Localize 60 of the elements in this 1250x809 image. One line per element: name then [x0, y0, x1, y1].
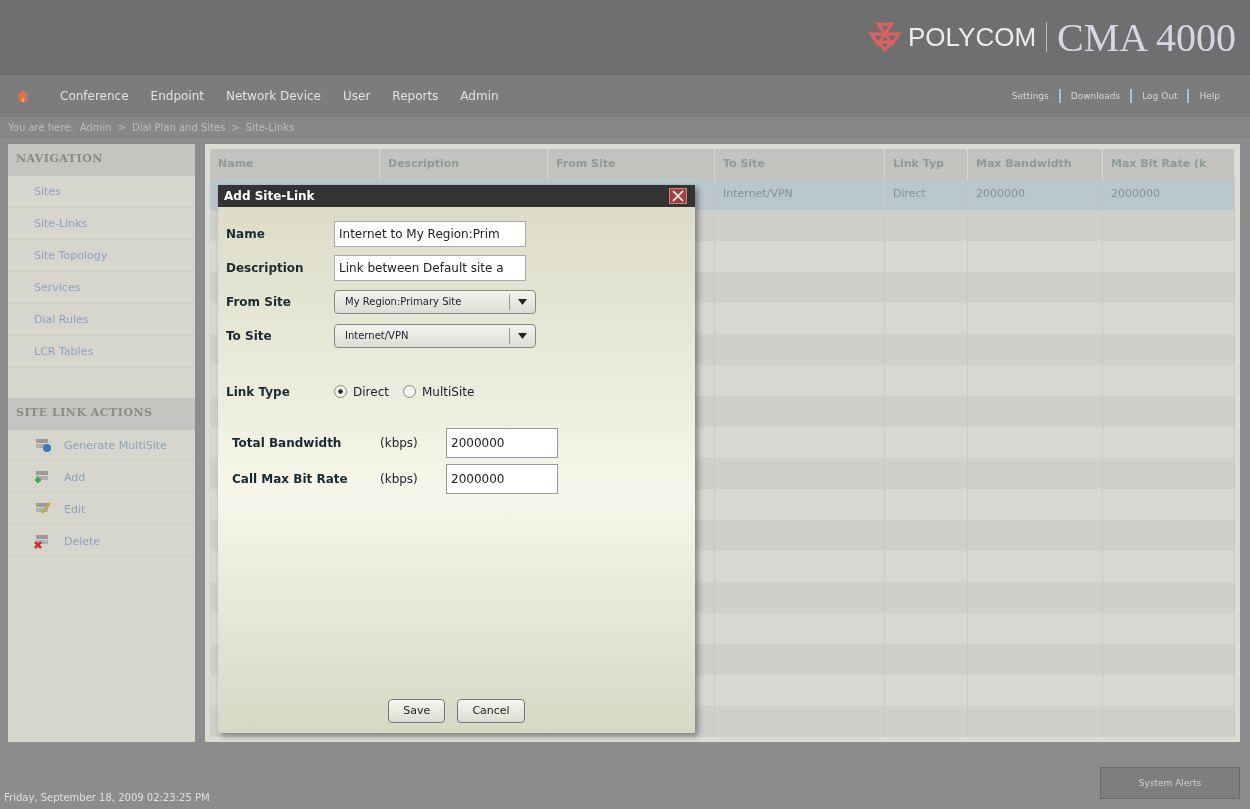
- top-link[interactable]: Downloads: [1070, 90, 1121, 101]
- field-label: From Site: [226, 294, 292, 309]
- top-link[interactable]: Settings: [1011, 90, 1049, 101]
- field-label: Total Bandwidth: [232, 435, 343, 450]
- name-field[interactable]: Internet to My Region:Prim: [334, 220, 526, 247]
- radio-label[interactable]: MultiSite: [421, 384, 475, 399]
- bitrate-field[interactable]: 2000000: [446, 463, 558, 494]
- cancel-button[interactable]: Cancel: [457, 698, 525, 723]
- field-label: Name: [226, 226, 266, 241]
- nav-link[interactable]: Sites: [8, 175, 195, 208]
- menu-item[interactable]: Reports: [392, 88, 439, 103]
- panel-heading: SITE LINK ACTIONS: [8, 397, 195, 430]
- nav-link[interactable]: Services: [8, 271, 195, 304]
- field-label: Link Type: [226, 384, 291, 399]
- menu-item[interactable]: Conference: [60, 88, 129, 103]
- top-link[interactable]: Log Out: [1142, 90, 1178, 101]
- unit-label: (kbps): [380, 435, 419, 450]
- table-cell: Direct: [893, 186, 926, 200]
- company-name: POLYCOM: [907, 21, 1037, 53]
- action-link[interactable]: Add: [64, 470, 86, 484]
- caret-icon: [518, 298, 527, 305]
- nav-link[interactable]: LCR Tables: [8, 335, 195, 368]
- menu-item[interactable]: Endpoint: [150, 88, 204, 103]
- menu-item[interactable]: Network Device: [226, 88, 321, 103]
- table-cell: 2000000: [976, 186, 1025, 200]
- close-icon[interactable]: [669, 187, 687, 204]
- nav-link[interactable]: Dial Rules: [8, 303, 195, 336]
- field-label: Call Max Bit Rate: [232, 471, 349, 486]
- description-field[interactable]: Link between Default site a: [334, 254, 526, 281]
- home-icon[interactable]: [16, 88, 30, 103]
- radio-button[interactable]: [402, 385, 416, 399]
- radio-label[interactable]: Direct: [353, 384, 389, 399]
- bandwidth-field[interactable]: 2000000: [446, 427, 558, 458]
- action-link[interactable]: Edit: [64, 502, 86, 516]
- table-cell: Internet/VPN: [723, 186, 793, 200]
- menu-item[interactable]: User: [342, 88, 371, 103]
- dialog-title: Add Site-Link: [224, 188, 315, 203]
- system-alerts-button[interactable]: System Alerts: [1100, 767, 1240, 799]
- product-name: CMA 4000: [1057, 13, 1236, 61]
- field-label: Description: [226, 260, 305, 275]
- action-link[interactable]: Generate MultiSite: [64, 438, 167, 452]
- menu-item[interactable]: Admin: [460, 88, 499, 103]
- action-link[interactable]: Delete: [64, 534, 101, 548]
- server-icon[interactable]: [34, 437, 52, 454]
- date-time: Friday, September 18, 2009 02:23:25 PM: [4, 792, 210, 803]
- to-site-dropdown[interactable]: Internet/VPN: [334, 323, 536, 348]
- top-link[interactable]: Help: [1199, 90, 1220, 101]
- nav-link[interactable]: Site Topology: [8, 239, 195, 272]
- caret-icon: [518, 332, 527, 339]
- logo-icon: [867, 22, 902, 53]
- from-site-dropdown[interactable]: My Region:Primary Site: [334, 289, 536, 314]
- save-button[interactable]: Save: [388, 698, 446, 723]
- nav-link[interactable]: Site-Links: [8, 207, 195, 240]
- panel-heading: NAVIGATION: [8, 143, 195, 176]
- breadcrumb-item: >: [231, 121, 240, 133]
- breadcrumb-item: >: [117, 121, 126, 133]
- table-cell: 2000000: [1111, 186, 1160, 200]
- field-label: To Site: [226, 328, 273, 343]
- unit-label: (kbps): [380, 471, 419, 486]
- radio-button[interactable]: [334, 385, 347, 399]
